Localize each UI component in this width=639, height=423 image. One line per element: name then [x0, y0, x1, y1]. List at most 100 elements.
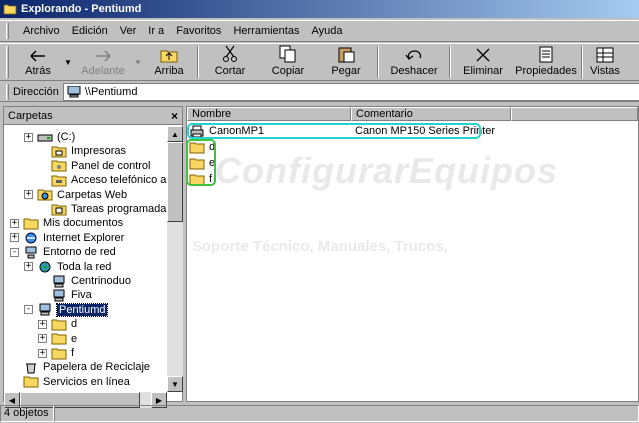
folders-pane-title: Carpetas	[8, 109, 53, 122]
tree-item[interactable]: + Carpetas Web	[24, 188, 127, 202]
delete-button[interactable]: Eliminar	[453, 44, 513, 80]
chevron-down-icon: ▼	[134, 57, 142, 67]
menu-archivo[interactable]: Archivo	[17, 25, 66, 37]
expand-plus-icon[interactable]: +	[10, 233, 19, 243]
folders-highlight-box	[186, 139, 216, 186]
tree-item[interactable]: + Internet Explorer	[10, 231, 124, 245]
menu-ver[interactable]: Ver	[114, 25, 143, 37]
menu-grip[interactable]	[6, 23, 9, 39]
tree-item[interactable]: - Entorno de red	[10, 245, 116, 259]
back-arrow-icon	[30, 50, 45, 62]
folder-icon	[23, 376, 39, 388]
address-input[interactable]: \\Pentiumd	[62, 82, 639, 101]
explorer-folder-icon	[3, 4, 17, 15]
expand-plus-icon[interactable]: +	[10, 218, 19, 228]
tree-item[interactable]: + d	[38, 317, 77, 331]
copy-button[interactable]: Copiar	[259, 44, 317, 80]
column-empty-header	[511, 107, 638, 121]
views-label: Vistas	[590, 65, 620, 77]
scroll-up-button[interactable]: ▲	[167, 126, 183, 142]
back-label: Atrás	[25, 65, 51, 77]
column-comment-header[interactable]: Comentario	[351, 107, 511, 121]
scroll-thumb[interactable]	[167, 142, 183, 222]
forward-dropdown[interactable]: ▼	[133, 44, 143, 80]
expand-plus-icon[interactable]: +	[38, 319, 47, 329]
tree-item[interactable]: Impresoras	[38, 144, 126, 158]
back-button[interactable]: Atrás	[13, 44, 63, 80]
drive-icon	[37, 134, 53, 141]
tree-item-label: Toda la red	[57, 260, 112, 273]
web-folders-icon	[37, 189, 53, 201]
tree-item[interactable]: Fiva	[38, 288, 92, 302]
menu-favoritos[interactable]: Favoritos	[170, 25, 227, 37]
menu-herramientas[interactable]: Herramientas	[227, 25, 305, 37]
tree-item[interactable]: + e	[38, 332, 77, 346]
tree-item[interactable]: + (C:)	[24, 130, 75, 144]
delete-label: Eliminar	[463, 65, 503, 77]
tree-item-label: d	[71, 318, 78, 331]
forward-button[interactable]: Adelante	[73, 44, 133, 80]
tree-item[interactable]: + Mis documentos	[10, 216, 123, 230]
close-icon[interactable]: ×	[171, 109, 178, 123]
list-header: Nombre Comentario	[187, 107, 638, 121]
address-value: \\Pentiumd	[84, 85, 138, 98]
clipboard-icon	[338, 47, 355, 63]
delete-x-icon	[476, 48, 490, 62]
address-grip[interactable]	[6, 83, 9, 100]
tree-item[interactable]: + f	[38, 346, 74, 360]
tree-item[interactable]: - Pentiumd	[24, 302, 109, 317]
folders-pane-header: Carpetas ×	[4, 107, 182, 125]
expand-plus-icon[interactable]: +	[24, 132, 33, 142]
expand-plus-icon[interactable]: +	[24, 262, 33, 272]
status-object-count: 4 objetos	[0, 405, 54, 422]
folder-icon	[51, 333, 67, 345]
tree-item[interactable]: Panel de control	[38, 159, 151, 173]
expand-plus-icon[interactable]: +	[38, 334, 47, 344]
menu-ayuda[interactable]: Ayuda	[305, 25, 348, 37]
scheduled-tasks-icon	[51, 204, 67, 215]
collapse-minus-icon[interactable]: -	[10, 247, 19, 257]
toolbar-grip[interactable]	[6, 46, 9, 78]
tree-item[interactable]: Acceso telefónico a redes	[38, 173, 167, 187]
tree-item[interactable]: Tareas programadas	[38, 202, 167, 216]
properties-button[interactable]: Propiedades	[513, 44, 579, 80]
tree-item[interactable]: + Toda la red	[24, 260, 111, 274]
computer-icon	[53, 275, 65, 287]
menu-bar: Archivo Edición Ver Ir a Favoritos Herra…	[0, 20, 639, 42]
printer-highlight-box	[187, 123, 481, 139]
toolbar-separator	[377, 46, 379, 78]
tree-item[interactable]: Papelera de Reciclaje	[10, 360, 150, 374]
tree-item-label: (C:)	[57, 131, 76, 143]
folders-pane: Carpetas × + (C:) Impresoras Panel de contr…	[3, 106, 183, 408]
tree-item[interactable]: Servicios en línea	[10, 375, 130, 389]
vertical-scrollbar[interactable]: ▲ ▼	[167, 126, 183, 392]
ie-icon	[25, 232, 37, 244]
back-dropdown[interactable]: ▼	[63, 44, 73, 80]
undo-button[interactable]: Deshacer	[381, 44, 447, 80]
expand-plus-icon[interactable]: +	[24, 190, 33, 200]
recycle-bin-icon	[26, 363, 36, 374]
column-name-header[interactable]: Nombre	[187, 107, 351, 121]
scroll-down-button[interactable]: ▼	[167, 376, 183, 392]
chevron-down-icon: ▼	[64, 57, 72, 67]
toolbar-separator	[449, 46, 451, 78]
menu-edicion[interactable]: Edición	[66, 25, 114, 37]
status-empty	[54, 405, 639, 422]
up-button[interactable]: Arriba	[143, 44, 195, 80]
tree-item-label: Mis documentos	[43, 217, 124, 230]
computer-icon	[39, 303, 51, 316]
toolbar: Atrás ▼ Adelante ▼ Arriba Cortar Copiar …	[0, 43, 639, 81]
cut-button[interactable]: Cortar	[201, 44, 259, 80]
title-bar[interactable]: Explorando - Pentiumd	[0, 0, 639, 18]
collapse-minus-icon[interactable]: -	[24, 305, 33, 315]
tree-item[interactable]: Centrinoduo	[38, 274, 131, 288]
views-button[interactable]: Vistas	[585, 44, 625, 80]
menu-ir-a[interactable]: Ir a	[142, 25, 170, 37]
expand-plus-icon[interactable]: +	[38, 348, 47, 358]
dialup-icon	[51, 175, 67, 187]
tree-item-label: Pentiumd	[55, 302, 109, 317]
tree-item-label: f	[71, 347, 75, 359]
paste-button[interactable]: Pegar	[317, 44, 375, 80]
toolbar-separator	[197, 46, 199, 78]
tree-item-label: Panel de control	[71, 159, 151, 172]
